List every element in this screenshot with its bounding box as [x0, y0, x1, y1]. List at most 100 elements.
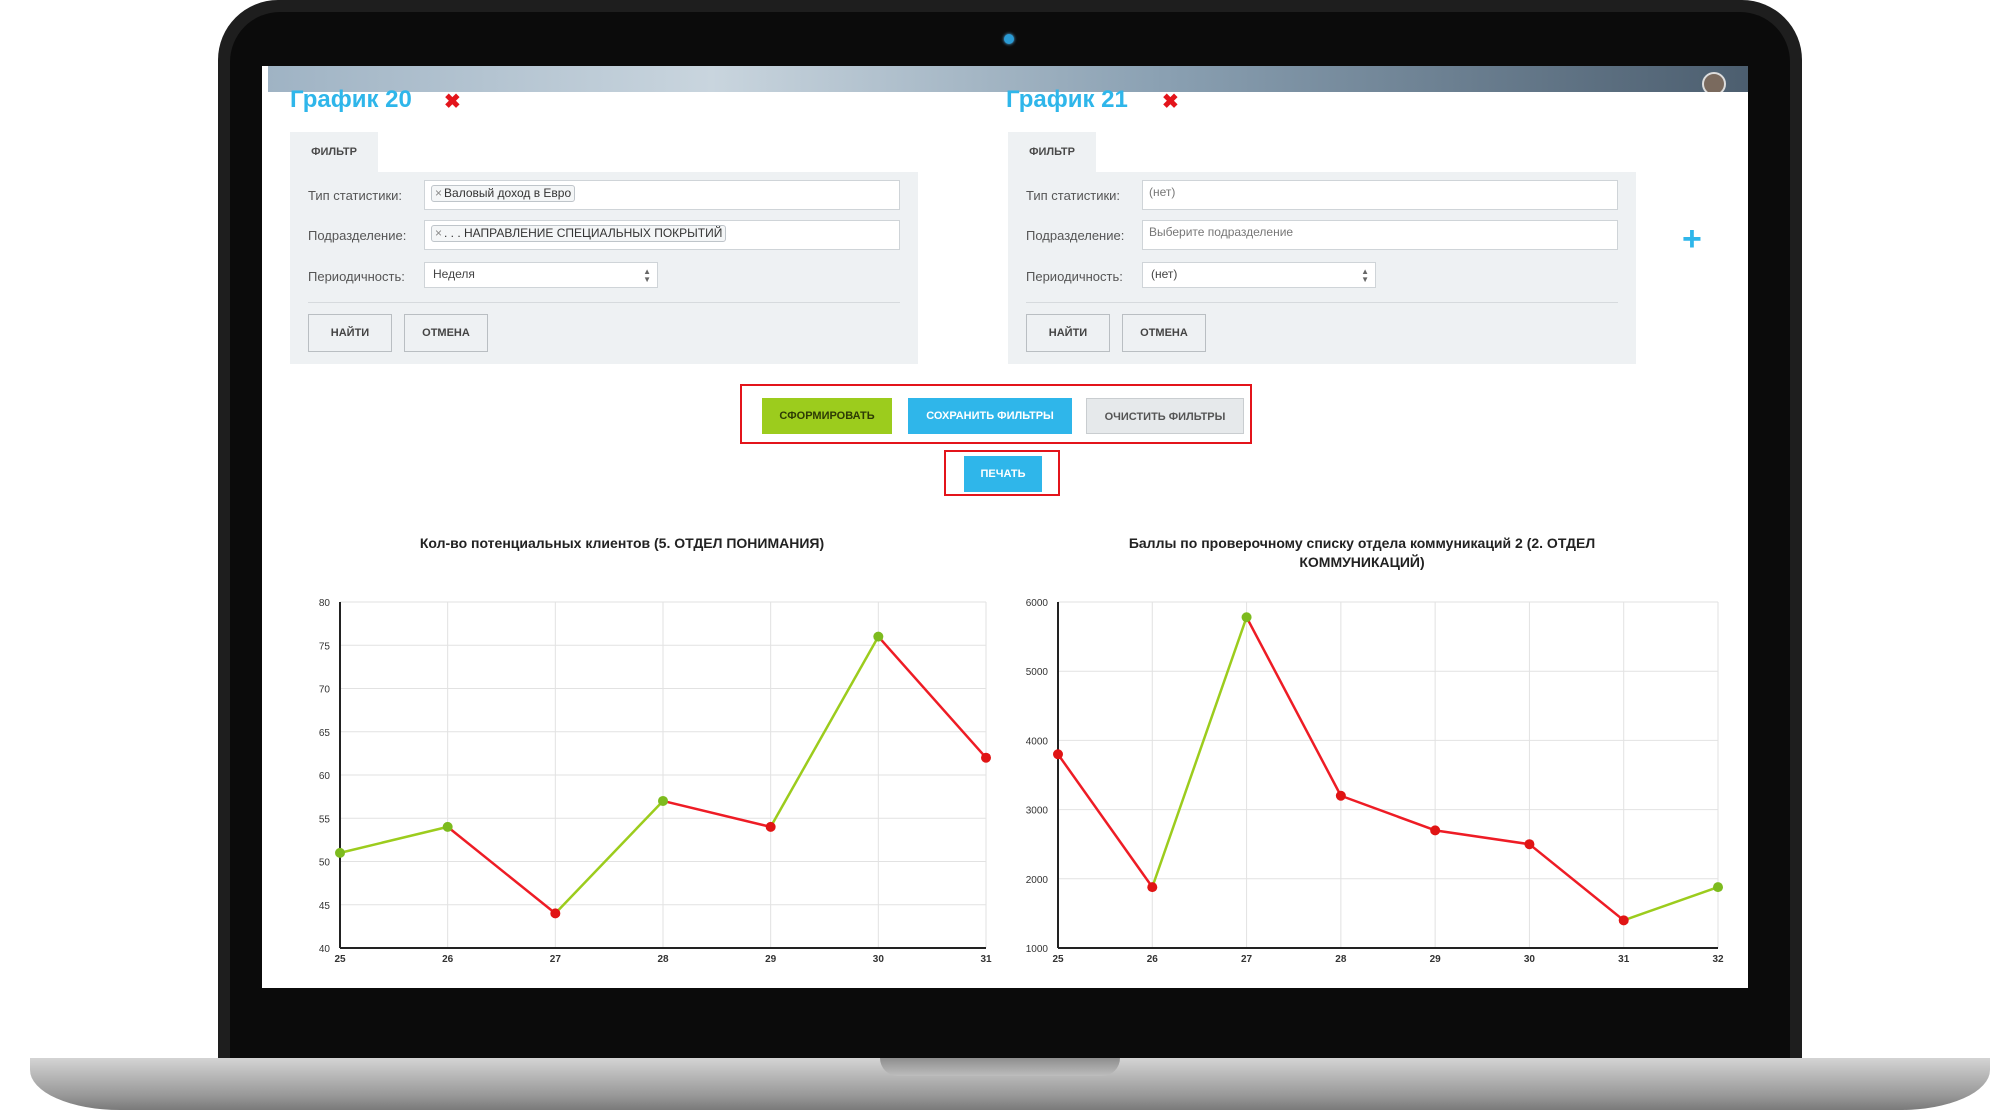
- series-line-segment: [1434, 829, 1530, 846]
- x-tick-label: 27: [1241, 954, 1253, 965]
- chevron-updown-icon: ▲ ▼: [643, 267, 651, 284]
- cancel-button[interactable]: ОТМЕНА: [1122, 314, 1206, 352]
- filter-body: Тип статистики: × Валовый доход в Евро По…: [290, 172, 918, 364]
- type-label: Тип статистики:: [1026, 188, 1121, 203]
- y-tick-label: 55: [319, 814, 331, 825]
- x-tick-label: 26: [1147, 954, 1159, 965]
- x-tick-label: 25: [1052, 954, 1064, 965]
- generate-button[interactable]: СФОРМИРОВАТЬ: [762, 398, 892, 434]
- plus-icon[interactable]: +: [1682, 220, 1702, 259]
- cancel-button[interactable]: ОТМЕНА: [404, 314, 488, 352]
- series-line-segment: [1623, 885, 1719, 922]
- x-tick-label: 32: [1712, 954, 1724, 965]
- data-point: [1335, 790, 1346, 801]
- period-select[interactable]: Неделя ▲ ▼: [424, 262, 658, 288]
- data-point: [1524, 839, 1535, 850]
- filter-body: Тип статистики: (нет) Подразделение: Выб…: [1008, 172, 1636, 364]
- y-tick-label: 2000: [1026, 875, 1049, 886]
- x-tick-label: 30: [873, 954, 885, 965]
- y-tick-label: 65: [319, 728, 331, 739]
- period-select[interactable]: (нет) ▲ ▼: [1142, 262, 1376, 288]
- data-point: [550, 908, 561, 919]
- data-point: [1241, 612, 1252, 623]
- statistic-type-chip: × Валовый доход в Евро: [431, 185, 576, 202]
- y-tick-label: 45: [319, 901, 331, 912]
- y-tick-label: 80: [319, 598, 331, 609]
- y-tick-label: 4000: [1026, 736, 1049, 747]
- screen: График 20 ✖ ФИЛЬТР Тип статистики: × Вало…: [262, 66, 1748, 988]
- close-icon[interactable]: ✖: [1162, 89, 1179, 114]
- find-button[interactable]: НАЙТИ: [1026, 314, 1110, 352]
- tab-filter[interactable]: ФИЛЬТР: [290, 132, 378, 172]
- series-line-segment: [877, 635, 987, 759]
- period-value: Неделя: [433, 267, 475, 281]
- page-content: График 20 ✖ ФИЛЬТР Тип статистики: × Вало…: [262, 86, 1748, 988]
- chip-remove-icon[interactable]: ×: [435, 186, 442, 200]
- print-button[interactable]: ПЕЧАТЬ: [964, 456, 1042, 492]
- series-line-segment: [446, 825, 557, 915]
- series-line-segment: [1056, 753, 1154, 888]
- y-tick-label: 3000: [1026, 806, 1049, 817]
- y-tick-label: 5000: [1026, 667, 1049, 678]
- save-filters-button[interactable]: СОХРАНИТЬ ФИЛЬТРЫ: [908, 398, 1072, 434]
- statistic-type-field[interactable]: × Валовый доход в Евро: [424, 180, 900, 210]
- x-tick-label: 31: [1618, 954, 1630, 965]
- statistic-type-field[interactable]: (нет): [1142, 180, 1618, 210]
- x-tick-label: 31: [980, 954, 992, 965]
- y-tick-label: 50: [319, 858, 331, 869]
- camera-icon: [1004, 34, 1014, 44]
- laptop-notch: [880, 1058, 1120, 1076]
- data-point: [1713, 882, 1723, 893]
- data-point: [1430, 825, 1441, 836]
- data-point: [765, 821, 776, 832]
- close-icon[interactable]: ✖: [444, 89, 461, 114]
- division-label: Подразделение:: [1026, 228, 1125, 243]
- division-label: Подразделение:: [308, 228, 407, 243]
- x-tick-label: 30: [1524, 954, 1536, 965]
- period-label: Периодичность:: [308, 269, 405, 284]
- data-point: [1618, 915, 1629, 926]
- period-label: Периодичность:: [1026, 269, 1123, 284]
- line-chart: 40 45 50 55 60 65 70 75 80 25 26 27 28 29 30 31: [319, 598, 992, 965]
- chart-title: Баллы по проверочному списку отдела комм…: [1128, 535, 1596, 570]
- x-tick-label: 25: [334, 954, 346, 965]
- chip-remove-icon[interactable]: ×: [435, 226, 442, 240]
- period-value: (нет): [1151, 267, 1178, 281]
- data-point: [658, 795, 668, 806]
- clear-filters-button[interactable]: ОЧИСТИТЬ ФИЛЬТРЫ: [1086, 398, 1244, 434]
- x-tick-label: 29: [1430, 954, 1442, 965]
- series-line-segment: [339, 825, 448, 855]
- data-point: [873, 631, 884, 642]
- y-tick-label: 70: [319, 685, 331, 696]
- series-line-segment: [662, 799, 771, 829]
- divider: [308, 302, 900, 303]
- chart-title: Кол-во потенциальных клиентов (5. ОТДЕЛ …: [419, 535, 825, 551]
- series-line-segment: [1340, 794, 1436, 832]
- data-point: [981, 752, 991, 763]
- data-point: [335, 847, 345, 858]
- y-tick-label: 75: [319, 641, 331, 652]
- y-tick-label: 40: [319, 944, 331, 955]
- chip-label: Валовый доход в Евро: [444, 186, 572, 200]
- divider: [1026, 302, 1618, 303]
- division-field[interactable]: Выберите подразделение: [1142, 220, 1618, 250]
- x-tick-label: 26: [442, 954, 454, 965]
- data-point: [1147, 882, 1158, 893]
- division-field[interactable]: ×. . . НАПРАВЛЕНИЕ СПЕЦИАЛЬНЫХ ПОКРЫТИЙ: [424, 220, 900, 250]
- panel-title: График 21: [1006, 86, 1128, 113]
- data-point: [1053, 749, 1063, 760]
- y-tick-label: 1000: [1026, 944, 1049, 955]
- series-line-segment: [1151, 616, 1248, 888]
- find-button[interactable]: НАЙТИ: [308, 314, 392, 352]
- x-tick-label: 27: [550, 954, 562, 965]
- x-tick-label: 29: [765, 954, 777, 965]
- panel-title: График 20: [290, 86, 412, 113]
- data-point: [442, 821, 453, 832]
- chevron-updown-icon: ▲ ▼: [1361, 267, 1369, 284]
- y-tick-label: 6000: [1026, 598, 1049, 609]
- tab-filter[interactable]: ФИЛЬТР: [1008, 132, 1096, 172]
- chip-label: . . . НАПРАВЛЕНИЕ СПЕЦИАЛЬНЫХ ПОКРЫТИЙ: [444, 226, 723, 240]
- division-chip: ×. . . НАПРАВЛЕНИЕ СПЕЦИАЛЬНЫХ ПОКРЫТИЙ: [431, 225, 727, 242]
- y-tick-label: 60: [319, 771, 331, 782]
- series-line-segment: [1528, 843, 1625, 922]
